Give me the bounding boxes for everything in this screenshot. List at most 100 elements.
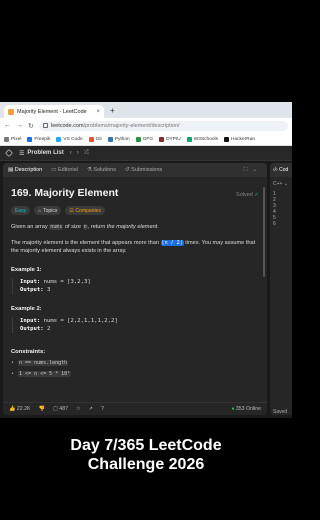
- highlighted-code: ⌊n / 2⌋: [160, 240, 184, 246]
- example-2-block: Input: nums = [2,2,1,1,1,2,2] Output: 2: [12, 317, 259, 333]
- share-icon[interactable]: ↗: [89, 406, 93, 412]
- bookmarks-bar: Pixel Freepik VS Code Git Python GFG DYPIU W3Sc…: [0, 133, 292, 146]
- check-icon: ✓: [254, 192, 259, 198]
- scrollbar[interactable]: [263, 187, 265, 277]
- url-input[interactable]: leetcode.com/problems/majority-element/d…: [38, 120, 288, 131]
- back-arrow-icon[interactable]: ←: [4, 122, 11, 129]
- tab-editorial[interactable]: ▭ Editorial: [51, 167, 78, 173]
- bookmark-item[interactable]: VS Code: [56, 136, 83, 142]
- topics-button[interactable]: ⌂ Topics: [34, 206, 62, 215]
- bookmark-item[interactable]: Freepik: [27, 136, 51, 142]
- bookmark-label: GFG: [142, 136, 154, 142]
- bookmark-icon: [159, 136, 165, 142]
- thumbs-up-icon: 👍: [9, 406, 16, 412]
- bookmark-item[interactable]: W3Schools: [186, 136, 219, 142]
- problem-content: 169. Majority Element Solved ✓ Easy ⌂ Top…: [3, 177, 267, 383]
- output-label: Output:: [20, 287, 44, 293]
- input-label: Input:: [20, 279, 41, 285]
- code-tab[interactable]: ‹/› Cod: [270, 163, 292, 177]
- star-icon[interactable]: ☆: [76, 406, 81, 412]
- bookmark-icon: [56, 136, 62, 142]
- comment-icon: ▢: [52, 406, 58, 412]
- caption-line-1: Day 7/365 LeetCode: [70, 437, 222, 454]
- bookmark-label: Freepik: [34, 136, 51, 142]
- like-button[interactable]: 👍 22.2K: [9, 406, 30, 412]
- problem-nav-icons[interactable]: ‹›⤮: [70, 150, 94, 157]
- like-count: 22.2K: [16, 406, 31, 412]
- close-tab-icon[interactable]: ×: [96, 109, 100, 115]
- site-info-icon[interactable]: [42, 123, 48, 128]
- output-label: Output:: [20, 326, 44, 332]
- language-label: C++: [273, 181, 283, 187]
- help-icon[interactable]: ?: [101, 406, 104, 412]
- caption-line-2: Challenge 2026: [87, 456, 205, 473]
- code-icon: ‹/›: [273, 167, 278, 173]
- bookmark-label: W3Schools: [193, 136, 219, 142]
- bookmark-icon: [88, 136, 94, 142]
- comments-button[interactable]: ▢ 487: [53, 406, 68, 412]
- online-count: ● 353 Online: [231, 406, 261, 412]
- forward-arrow-icon[interactable]: →: [16, 122, 23, 129]
- tab-solutions-label: Solutions: [93, 167, 116, 173]
- topics-label: Topics: [43, 207, 58, 214]
- bookmark-icon: [107, 136, 113, 142]
- output-value: 2: [46, 326, 51, 332]
- new-tab-icon[interactable]: +: [110, 106, 115, 115]
- problem-intro: Given an array nums of size n, return th…: [11, 223, 259, 231]
- problem-list-button[interactable]: ☰ Problem List: [19, 150, 64, 157]
- code-editor-panel: ‹/› Cod C++ ⌄ 123456 Saved: [270, 163, 292, 415]
- solved-label: Solved: [236, 192, 253, 198]
- tab-editorial-label: Editorial: [57, 167, 78, 173]
- bookmark-label: Pixel: [11, 136, 22, 142]
- bookmark-item[interactable]: DYPIU: [159, 136, 181, 142]
- bookmark-label: Git: [95, 136, 102, 142]
- tab-description[interactable]: ▤ Description: [8, 167, 42, 173]
- tab-solutions[interactable]: ⚗ Solutions: [87, 167, 116, 173]
- bookmark-item[interactable]: GFG: [135, 136, 154, 142]
- url-path: /problems/majority-element/description/: [83, 122, 180, 129]
- bookmark-icon: [27, 136, 33, 142]
- leetcode-nav: ☰ Problem List ‹›⤮: [0, 146, 292, 161]
- list-item: 1 <= n <= 5 * 10⁴: [11, 371, 259, 377]
- companies-button[interactable]: ⊡ Companies: [65, 206, 105, 215]
- tab-submissions[interactable]: ↺ Submissions: [125, 167, 162, 173]
- browser-tab-bar: Majority Element - LeetCode × +: [0, 102, 292, 118]
- panel-tabs: ▤ Description ▭ Editorial ⚗ Solutions ↺ …: [3, 163, 267, 177]
- comment-count: 487: [59, 406, 68, 412]
- language-select[interactable]: C++ ⌄: [270, 181, 292, 187]
- example-1-block: Input: nums = [3,2,3] Output: 3: [12, 278, 259, 294]
- example-1-title: Example 1:: [11, 267, 42, 273]
- bookmark-icon: [224, 136, 230, 142]
- constraint-code: n == nums.length: [18, 360, 69, 366]
- constraints-title: Constraints:: [11, 349, 46, 355]
- leetcode-logo-icon[interactable]: [5, 149, 13, 157]
- code-tab-label: Cod: [279, 167, 289, 173]
- intro-text: , return: [87, 224, 107, 230]
- panel-window-icons[interactable]: ⛶⌄: [244, 167, 262, 174]
- lock-icon: ⊡: [69, 207, 74, 214]
- bookmark-item[interactable]: Python: [107, 136, 130, 142]
- bookmark-item[interactable]: Pixel: [4, 136, 22, 142]
- browser-tab[interactable]: Majority Element - LeetCode ×: [4, 105, 104, 118]
- intro-text: of size: [63, 224, 83, 230]
- panel-footer: 👍 22.2K 👎 ▢ 487 ☆ ↗ ? ● 353 Online: [3, 402, 267, 415]
- desc-text: The majority element is the element that…: [11, 240, 161, 246]
- dislike-icon[interactable]: 👎: [38, 406, 44, 412]
- companies-label: Companies: [75, 207, 101, 214]
- bookmark-item[interactable]: Git: [88, 136, 102, 142]
- solved-status: Solved ✓: [236, 192, 259, 198]
- output-value: 3: [46, 287, 51, 293]
- bookmark-item[interactable]: HackerRan: [224, 136, 255, 142]
- reload-icon[interactable]: ↻: [28, 122, 34, 130]
- bookmark-icon: [186, 136, 192, 142]
- address-bar-row: ← → ↻ leetcode.com/problems/majority-ele…: [0, 118, 292, 133]
- saved-status: Saved: [273, 409, 288, 415]
- url-host: leetcode.com: [50, 122, 84, 129]
- bookmark-label: VS Code: [63, 136, 83, 142]
- video-caption: Day 7/365 LeetCode Challenge 2026: [0, 436, 292, 474]
- online-dot-icon: ●: [231, 406, 235, 412]
- bookmark-label: DYPIU: [166, 136, 181, 142]
- bookmark-icon: [4, 136, 9, 142]
- leetcode-favicon-icon: [8, 108, 14, 115]
- input-value: nums = [2,2,1,1,1,2,2]: [43, 318, 118, 324]
